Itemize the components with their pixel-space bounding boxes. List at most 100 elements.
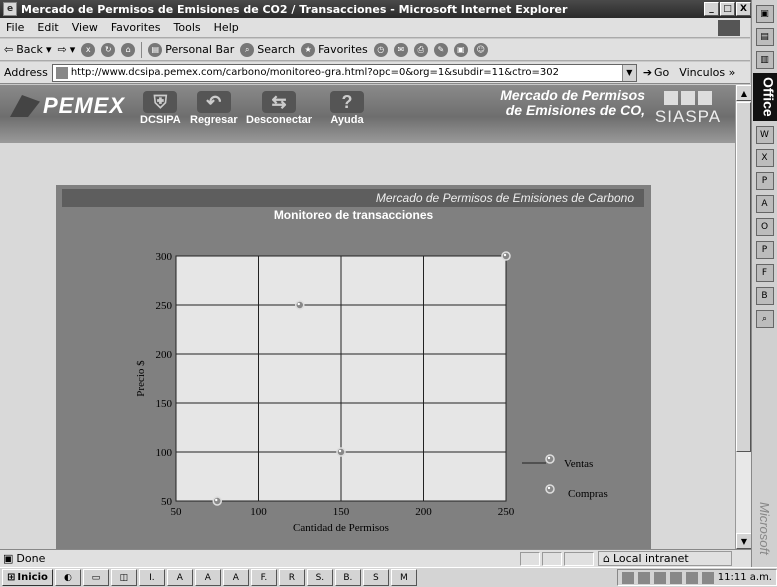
- legend-label: Compras: [568, 488, 608, 500]
- x-tick-label: 150: [333, 506, 350, 518]
- data-point-compras: [336, 447, 346, 457]
- taskbar-button[interactable]: A: [166, 569, 193, 586]
- search-icon[interactable]: ⌕: [755, 309, 774, 328]
- status-cell: [542, 551, 562, 566]
- intranet-icon: ⌂: [603, 552, 610, 565]
- quicklaunch-icon[interactable]: ◐: [54, 569, 81, 586]
- start-button[interactable]: ⊞ Inicio: [2, 569, 53, 586]
- links-button[interactable]: Vinculos »: [679, 66, 735, 79]
- refresh-icon[interactable]: ↻: [101, 42, 116, 57]
- maximize-button[interactable]: □: [720, 2, 735, 16]
- chevron-down-icon: ▾: [69, 43, 76, 56]
- scroll-thumb[interactable]: [736, 102, 751, 452]
- close-button[interactable]: X: [736, 2, 751, 16]
- zone-label: Local intranet: [612, 552, 689, 565]
- data-point-compras: [212, 496, 222, 506]
- status-cell: [564, 551, 594, 566]
- tray-icon[interactable]: [701, 571, 714, 584]
- office-shortcut-bar: ▣ ▤ ▥ Office W X P A O P F B ⌕ Microsoft: [751, 0, 777, 569]
- forward-button[interactable]: ⇨ ▾: [57, 43, 75, 56]
- taskbar: ⊞ Inicio ◐ ▭ ◫ I. A A A F. R S. B. S M 1…: [0, 567, 777, 587]
- nav-dcsipa[interactable]: ⛨ DCSIPA: [140, 91, 181, 126]
- personal-bar-button[interactable]: ▤ Personal Bar: [148, 42, 234, 57]
- menu-view[interactable]: View: [72, 21, 98, 34]
- messenger-icon[interactable]: ☺: [473, 42, 488, 57]
- address-dropdown-icon[interactable]: ▼: [621, 64, 636, 81]
- discuss-icon[interactable]: ▣: [453, 42, 468, 57]
- taskbar-button[interactable]: M: [390, 569, 417, 586]
- word-icon[interactable]: W: [755, 125, 774, 144]
- quicklaunch-icon[interactable]: ▭: [82, 569, 109, 586]
- y-tick-label: 50: [161, 496, 173, 508]
- address-input[interactable]: http://www.dcsipa.pemex.com/carbono/moni…: [51, 63, 637, 82]
- title-bar: e Mercado de Permisos de Emisiones de CO…: [0, 0, 777, 18]
- disconnect-icon: ⇆: [262, 91, 297, 113]
- quicklaunch-icon[interactable]: ◫: [110, 569, 137, 586]
- office-app-icon[interactable]: ▣: [755, 5, 774, 23]
- menu-help[interactable]: Help: [214, 21, 239, 34]
- back-button[interactable]: ⇦ Back ▾: [4, 43, 51, 56]
- office-app-icon[interactable]: ▥: [755, 51, 774, 69]
- taskbar-button[interactable]: S: [362, 569, 389, 586]
- binder-icon[interactable]: B: [755, 286, 774, 305]
- mail-icon[interactable]: ✉: [393, 42, 408, 57]
- frontpage-icon[interactable]: F: [755, 263, 774, 282]
- person-icon[interactable]: [681, 91, 695, 105]
- nav-desconectar[interactable]: ⇆ Desconectar: [246, 91, 312, 126]
- banner-line-2: de Emisiones de CO,: [505, 102, 645, 118]
- menu-tools[interactable]: Tools: [174, 21, 201, 34]
- chevron-down-icon: ▾: [45, 43, 52, 56]
- office-app-icon[interactable]: ▤: [755, 28, 774, 46]
- taskbar-button[interactable]: S.: [306, 569, 333, 586]
- publisher-icon[interactable]: P: [755, 240, 774, 259]
- security-zone: ⌂ Local intranet: [598, 551, 732, 566]
- tray-icon[interactable]: [621, 571, 634, 584]
- go-label: Go: [654, 66, 670, 79]
- address-bar: Address http://www.dcsipa.pemex.com/carb…: [0, 62, 750, 84]
- stop-icon[interactable]: x: [81, 42, 96, 57]
- access-icon[interactable]: A: [755, 194, 774, 213]
- taskbar-button[interactable]: F.: [250, 569, 277, 586]
- microsoft-label: Microsoft: [757, 502, 772, 555]
- search-label: Search: [257, 43, 296, 56]
- check-icon[interactable]: [698, 91, 712, 105]
- scroll-up-icon[interactable]: ▲: [736, 85, 752, 101]
- taskbar-button[interactable]: A: [194, 569, 221, 586]
- go-button[interactable]: ➔ Go: [643, 66, 669, 79]
- home-icon[interactable]: ⌂: [121, 42, 136, 57]
- print-icon[interactable]: ⎙: [413, 42, 428, 57]
- tray-icon[interactable]: [669, 571, 682, 584]
- siaspa-logo[interactable]: SIASPA: [653, 91, 723, 127]
- menu-favorites[interactable]: Favorites: [111, 21, 161, 34]
- history-icon[interactable]: ◷: [373, 42, 388, 57]
- favorites-button[interactable]: ★ Favorites: [301, 42, 368, 57]
- menu-file[interactable]: File: [6, 21, 24, 34]
- office-label: Office: [752, 73, 777, 121]
- outlook-icon[interactable]: O: [755, 217, 774, 236]
- excel-icon[interactable]: X: [755, 148, 774, 167]
- search-button[interactable]: ⌕ Search: [240, 42, 296, 57]
- minimize-button[interactable]: _: [704, 2, 719, 16]
- back-label: Back: [16, 43, 43, 56]
- tray-icon[interactable]: [653, 571, 666, 584]
- tray-icon[interactable]: [637, 571, 650, 584]
- home-icon[interactable]: [664, 91, 678, 105]
- personal-bar-icon: ▤: [148, 42, 163, 57]
- taskbar-button[interactable]: R: [278, 569, 305, 586]
- y-tick-label: 250: [156, 300, 173, 312]
- x-tick-label: 200: [415, 506, 432, 518]
- taskbar-button[interactable]: I.: [138, 569, 165, 586]
- taskbar-button[interactable]: A: [222, 569, 249, 586]
- scroll-down-icon[interactable]: ▼: [736, 533, 752, 549]
- vertical-scrollbar[interactable]: ▲ ▼: [735, 85, 752, 549]
- address-url: http://www.dcsipa.pemex.com/carbono/moni…: [70, 67, 559, 78]
- nav-regresar[interactable]: ↶ Regresar: [190, 91, 238, 126]
- tray-icon[interactable]: [685, 571, 698, 584]
- back-arrow-icon: ⇦: [4, 43, 14, 56]
- nav-ayuda[interactable]: ? Ayuda: [330, 91, 364, 126]
- taskbar-button[interactable]: B.: [334, 569, 361, 586]
- powerpoint-icon[interactable]: P: [755, 171, 774, 190]
- edit-icon[interactable]: ✎: [433, 42, 448, 57]
- menu-edit[interactable]: Edit: [37, 21, 58, 34]
- pemex-logo[interactable]: PEMEX: [10, 93, 125, 119]
